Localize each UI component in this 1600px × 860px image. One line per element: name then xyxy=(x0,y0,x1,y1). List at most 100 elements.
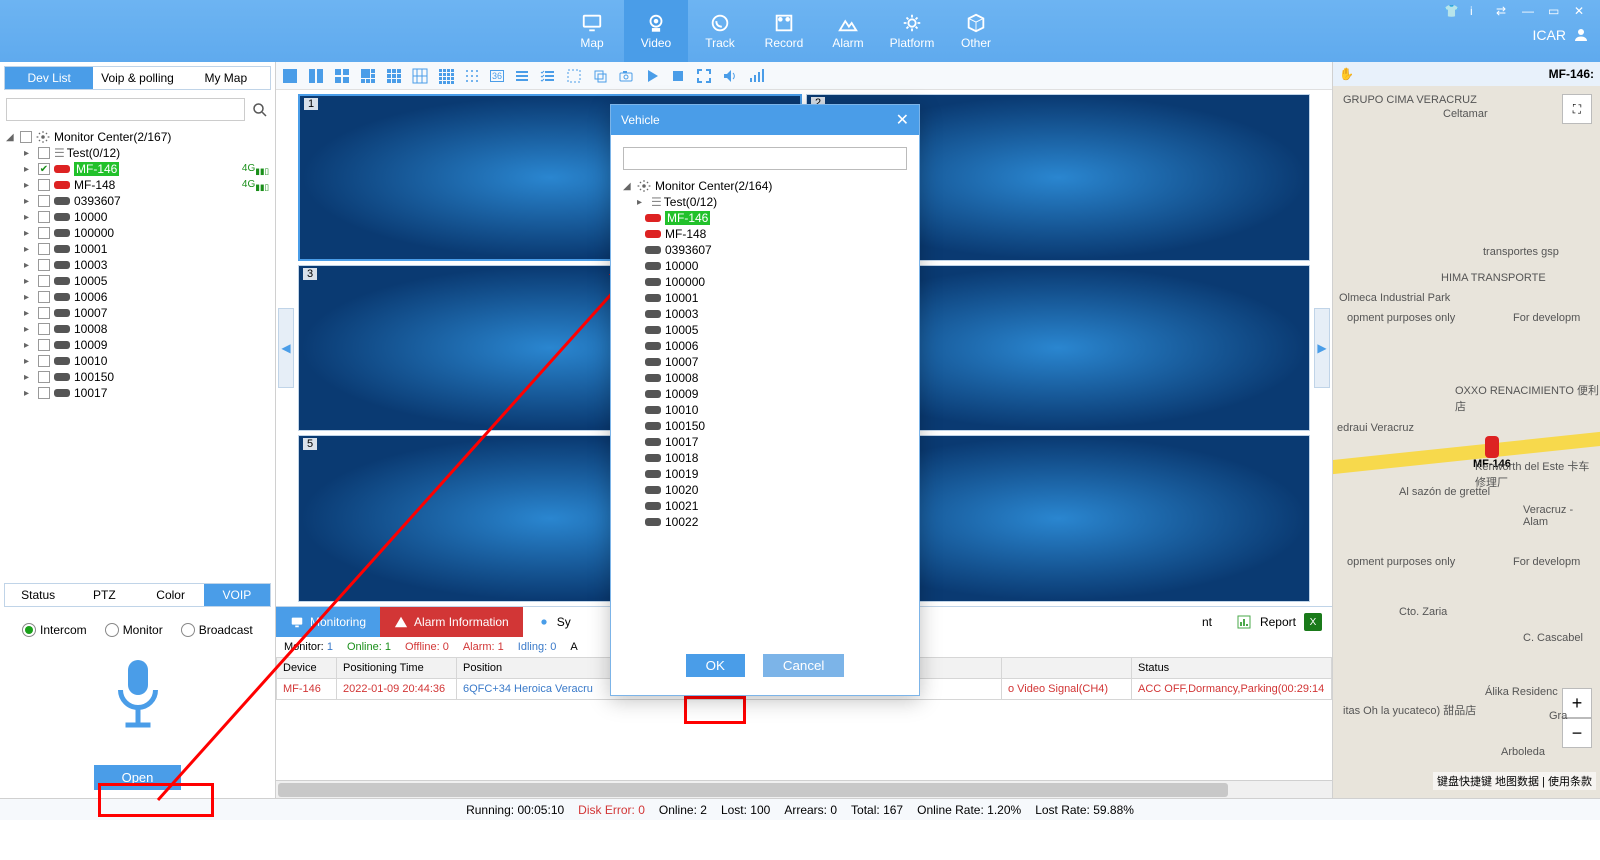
modal-item-10005[interactable]: 10005 xyxy=(623,322,907,338)
speaker-icon[interactable] xyxy=(722,68,738,84)
tree-checkbox[interactable] xyxy=(38,387,50,399)
expand-icon[interactable]: ▸ xyxy=(24,244,34,255)
map-fullscreen-button[interactable]: ⛶ xyxy=(1562,94,1592,124)
modal-item-10000[interactable]: 10000 xyxy=(623,258,907,274)
expand-icon[interactable]: ▸ xyxy=(24,276,34,287)
modal-tree-root[interactable]: ◢ Monitor Center(2/164) xyxy=(623,178,907,194)
tree-node-10017[interactable]: ▸10017 xyxy=(6,385,269,401)
tree-checkbox[interactable] xyxy=(38,307,50,319)
monitoring-tab[interactable]: Monitoring xyxy=(276,607,380,637)
tree-checkbox[interactable] xyxy=(38,275,50,287)
tree-node-10008[interactable]: ▸10008 xyxy=(6,321,269,337)
map-hand-icon[interactable]: ✋ xyxy=(1339,67,1354,81)
alarm-info-tab[interactable]: Alarm Information xyxy=(380,607,523,637)
list-icon[interactable] xyxy=(514,68,530,84)
tree-node-MF-148[interactable]: ▸MF-1484G▮▮▯ xyxy=(6,177,269,193)
col-time[interactable]: Positioning Time xyxy=(337,658,457,679)
modal-item-MF-148[interactable]: MF-148 xyxy=(623,226,907,242)
video-prev-button[interactable]: ◀ xyxy=(278,308,294,388)
zoom-out-button[interactable]: − xyxy=(1562,718,1592,748)
select-icon[interactable] xyxy=(566,68,582,84)
modal-item-MF-146[interactable]: MF-146 xyxy=(623,210,907,226)
stop-icon[interactable] xyxy=(670,68,686,84)
nav-tab-track[interactable]: Track xyxy=(688,0,752,62)
expand-icon[interactable]: ▸ xyxy=(24,180,34,191)
tree-node-100000[interactable]: ▸100000 xyxy=(6,225,269,241)
expand-icon[interactable]: ▸ xyxy=(24,388,34,399)
tree-checkbox[interactable] xyxy=(38,371,50,383)
expand-icon[interactable]: ▸ xyxy=(24,308,34,319)
list-check-icon[interactable] xyxy=(540,68,556,84)
minimize-icon[interactable]: — xyxy=(1522,4,1538,20)
bottom-tab-ptz[interactable]: PTZ xyxy=(71,584,137,606)
modal-item-10018[interactable]: 10018 xyxy=(623,450,907,466)
tree-checkbox[interactable] xyxy=(38,259,50,271)
modal-item-10008[interactable]: 10008 xyxy=(623,370,907,386)
tree-node-10001[interactable]: ▸10001 xyxy=(6,241,269,257)
expand-icon[interactable]: ◢ xyxy=(6,132,16,143)
system-tab[interactable]: Sy xyxy=(523,607,585,637)
modal-item-10009[interactable]: 10009 xyxy=(623,386,907,402)
nav-tab-video[interactable]: Video xyxy=(624,0,688,62)
expand-icon[interactable]: ▸ xyxy=(24,324,34,335)
tree-checkbox[interactable] xyxy=(38,243,50,255)
tab-my-map[interactable]: My Map xyxy=(182,67,270,89)
modal-item-100150[interactable]: 100150 xyxy=(623,418,907,434)
camera-icon[interactable] xyxy=(618,68,634,84)
tab-voip-polling[interactable]: Voip & polling xyxy=(93,67,181,89)
layout-1+5-icon[interactable] xyxy=(360,68,376,84)
modal-ok-button[interactable]: OK xyxy=(686,654,745,677)
map-canvas[interactable]: ⛶ MF-146 + − 键盘快捷键 地图数据 | 使用条款 GRUPO CIM… xyxy=(1333,86,1600,798)
open-button[interactable]: Open xyxy=(94,765,182,790)
modal-item-10010[interactable]: 10010 xyxy=(623,402,907,418)
layout-3x3-icon[interactable] xyxy=(386,68,402,84)
search-icon[interactable] xyxy=(251,101,269,119)
radio-intercom[interactable]: Intercom xyxy=(22,623,87,637)
nav-tab-platform[interactable]: Platform xyxy=(880,0,944,62)
restore-icon[interactable]: ▭ xyxy=(1548,4,1564,20)
tree-node-0393607[interactable]: ▸0393607 xyxy=(6,193,269,209)
expand-icon[interactable]: ▸ xyxy=(24,164,34,175)
expand-icon[interactable]: ▸ xyxy=(24,372,34,383)
expand-icon[interactable]: ▸ xyxy=(24,228,34,239)
modal-item-10022[interactable]: 10022 xyxy=(623,514,907,530)
layout-36-icon[interactable]: 36 xyxy=(490,70,504,82)
layout-2v-icon[interactable] xyxy=(308,68,324,84)
swap-icon[interactable]: ⇄ xyxy=(1496,4,1512,20)
layout-more1-icon[interactable] xyxy=(412,68,428,84)
col-signal[interactable] xyxy=(1002,658,1132,679)
modal-cancel-button[interactable]: Cancel xyxy=(763,654,845,677)
tree-checkbox[interactable] xyxy=(38,195,50,207)
play-icon[interactable] xyxy=(644,68,660,84)
tree-checkbox[interactable] xyxy=(38,179,50,191)
layout-4x4-icon[interactable] xyxy=(438,68,454,84)
modal-tree-test[interactable]: ▸ ☰ Test(0/12) xyxy=(623,194,907,210)
bottom-tab-color[interactable]: Color xyxy=(138,584,204,606)
tree-node-10000[interactable]: ▸10000 xyxy=(6,209,269,225)
modal-item-10007[interactable]: 10007 xyxy=(623,354,907,370)
horizontal-scrollbar[interactable] xyxy=(276,780,1332,798)
tree-node-10006[interactable]: ▸10006 xyxy=(6,289,269,305)
col-device[interactable]: Device xyxy=(277,658,337,679)
tab-dev-list[interactable]: Dev List xyxy=(5,67,93,89)
radio-broadcast[interactable]: Broadcast xyxy=(181,623,253,637)
modal-item-100000[interactable]: 100000 xyxy=(623,274,907,290)
modal-close-button[interactable]: ✕ xyxy=(896,110,909,130)
layout-grid-dots-icon[interactable] xyxy=(464,68,480,84)
tree-checkbox[interactable] xyxy=(38,355,50,367)
expand-icon[interactable]: ▸ xyxy=(24,340,34,351)
excel-export-button[interactable]: X xyxy=(1304,613,1322,631)
tree-checkbox[interactable] xyxy=(38,323,50,335)
modal-item-10021[interactable]: 10021 xyxy=(623,498,907,514)
modal-item-10006[interactable]: 10006 xyxy=(623,338,907,354)
expand-icon[interactable]: ▸ xyxy=(24,260,34,271)
layout-1-icon[interactable] xyxy=(282,68,298,84)
tree-root[interactable]: ◢ Monitor Center(2/167) xyxy=(6,129,269,145)
tree-checkbox[interactable] xyxy=(38,227,50,239)
device-search-input[interactable] xyxy=(6,98,245,121)
tree-checkbox[interactable] xyxy=(38,339,50,351)
tree-node-10007[interactable]: ▸10007 xyxy=(6,305,269,321)
info-icon[interactable]: i xyxy=(1470,4,1486,20)
tree-node-10010[interactable]: ▸10010 xyxy=(6,353,269,369)
expand-icon[interactable]: ◢ xyxy=(623,181,633,192)
